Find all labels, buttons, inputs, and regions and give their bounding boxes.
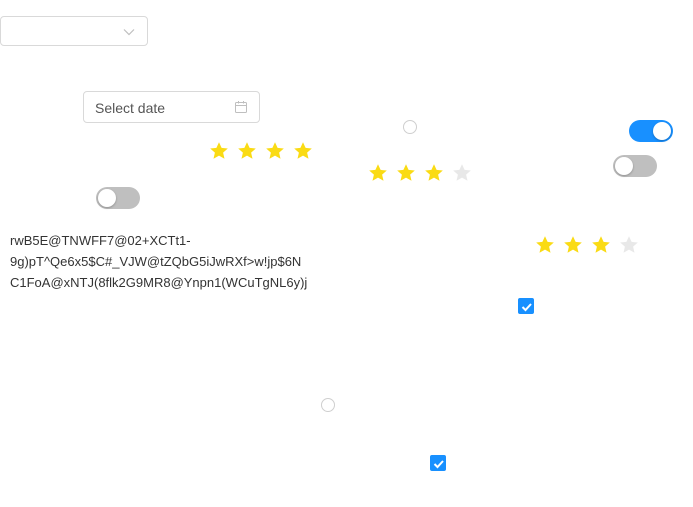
switch-knob [98, 189, 116, 207]
star-icon[interactable] [293, 141, 313, 161]
star-icon[interactable] [237, 141, 257, 161]
star-icon[interactable] [591, 235, 611, 255]
star-icon[interactable] [452, 163, 472, 183]
switch-knob [653, 122, 671, 140]
radio-button[interactable] [321, 398, 335, 412]
calendar-icon [234, 100, 248, 114]
star-icon[interactable] [368, 163, 388, 183]
chevron-down-icon [122, 25, 136, 39]
checkbox[interactable] [518, 298, 534, 314]
star-rating[interactable] [535, 235, 647, 257]
star-icon[interactable] [424, 163, 444, 183]
star-icon[interactable] [563, 235, 583, 255]
star-icon[interactable] [396, 163, 416, 183]
star-icon[interactable] [535, 235, 555, 255]
check-icon [521, 303, 532, 312]
check-icon [433, 460, 444, 469]
star-rating[interactable] [368, 163, 480, 185]
star-icon[interactable] [209, 141, 229, 161]
checkbox[interactable] [430, 455, 446, 471]
text-line: rwB5E@TNWFF7@02+XCTt1- [10, 233, 191, 248]
toggle-switch[interactable] [629, 120, 673, 142]
switch-knob [615, 157, 633, 175]
date-picker[interactable]: Select date [83, 91, 260, 123]
radio-button[interactable] [403, 120, 417, 134]
text-line: C1FoA@xNTJ(8flk2G9MR8@Ynpn1(WCuTgNL6y)j [10, 275, 308, 290]
star-rating[interactable] [209, 141, 321, 163]
toggle-switch[interactable] [96, 187, 140, 209]
star-icon[interactable] [619, 235, 639, 255]
text-line: 9g)pT^Qe6x5$C#_VJW@tZQbG5iJwRXf>w!jp$6N [10, 254, 302, 269]
toggle-switch[interactable] [613, 155, 657, 177]
random-text-block: rwB5E@TNWFF7@02+XCTt1- 9g)pT^Qe6x5$C#_VJ… [10, 230, 345, 293]
star-icon[interactable] [265, 141, 285, 161]
select-dropdown[interactable] [0, 16, 148, 46]
date-placeholder: Select date [95, 100, 166, 116]
